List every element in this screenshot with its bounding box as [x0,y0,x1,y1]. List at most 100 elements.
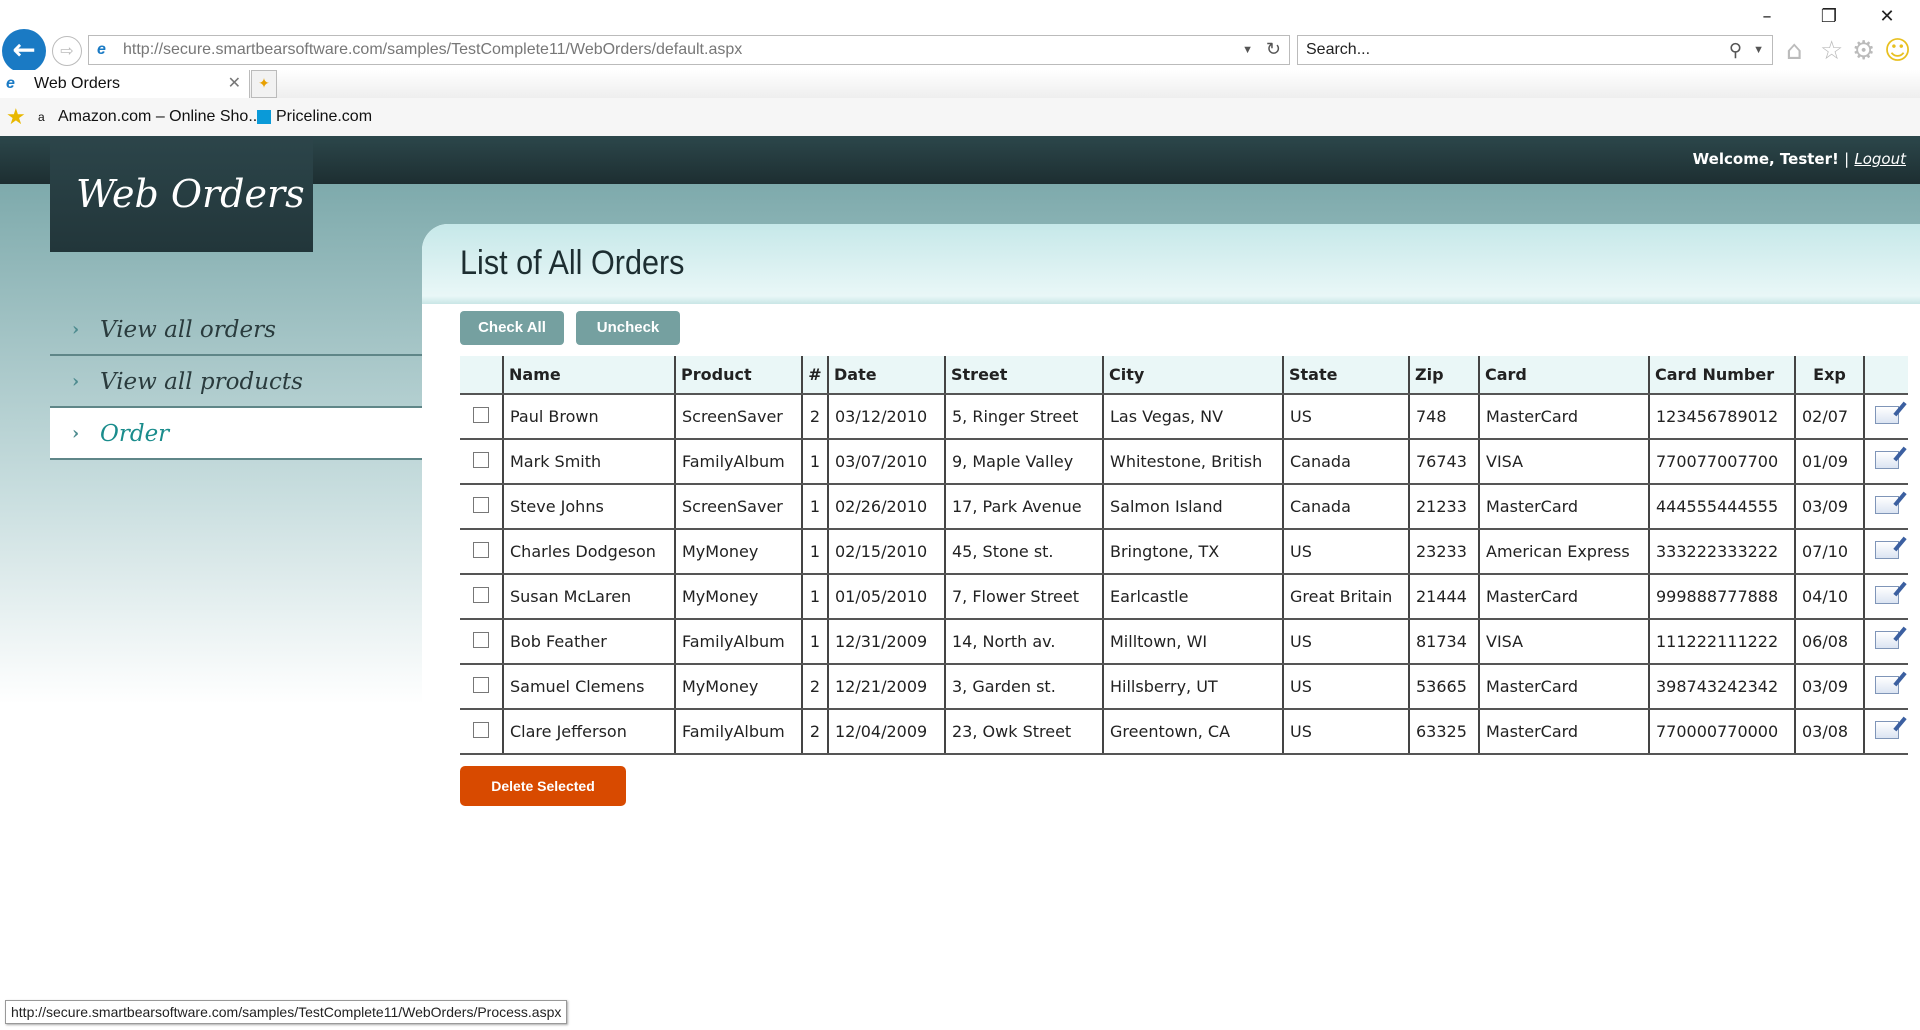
edit-icon[interactable] [1874,405,1899,424]
table-cell: 03/12/2010 [827,394,945,440]
content-panel: List of All Orders Check All Uncheck All… [422,224,1920,1030]
search-dropdown-icon[interactable]: ▼ [1753,36,1764,64]
edit-icon[interactable] [1874,495,1899,514]
table-cell: 45, Stone st. [944,529,1103,575]
table-cell: Susan McLaren [502,574,675,620]
column-header: State [1282,356,1409,395]
column-header: Exp [1794,356,1864,395]
table-cell: 03/09 [1794,484,1864,530]
smiley-feedback-icon[interactable]: ☺ [1884,36,1911,66]
column-header: Date [827,356,945,395]
favorites-bar: ★ a Amazon.com – Online Sho... Priceline… [0,98,1920,136]
edit-cell [1863,619,1908,665]
table-cell: US [1282,619,1409,665]
table-cell: Samuel Clemens [502,664,675,710]
table-cell: Charles Dodgeson [502,529,675,575]
edit-icon[interactable] [1874,585,1899,604]
favorite-priceline[interactable]: Priceline.com [276,98,372,136]
row-checkbox[interactable] [473,721,489,738]
page-title: List of All Orders [460,244,685,282]
separator: | [1844,150,1850,168]
row-checkbox[interactable] [473,451,489,468]
column-header: City [1102,356,1283,395]
search-input[interactable]: Search... ⚲ ▼ [1297,35,1773,65]
table-cell: 76743 [1408,439,1479,485]
row-checkbox[interactable] [473,676,489,693]
sidebar-item-view-all-products[interactable]: › View all products [50,356,422,408]
table-row: Steve Johns ScreenSaver 1 02/26/2010 17, Par… [460,484,1908,530]
back-button[interactable]: ← [2,29,46,73]
edit-cell [1863,439,1908,485]
browser-tab[interactable]: e Web Orders ✕ [0,70,250,98]
table-cell: 17, Park Avenue [944,484,1103,530]
tab-title: Web Orders [34,75,120,92]
row-checkbox[interactable] [473,406,489,423]
favorites-star-icon[interactable]: ★ [6,98,26,136]
select-cell [460,664,503,710]
row-checkbox[interactable] [473,541,489,558]
table-cell: 04/10 [1794,574,1864,620]
dropdown-icon[interactable]: ▼ [1242,36,1253,64]
table-cell: Canada [1282,439,1409,485]
table-row: Susan McLaren MyMoney 1 01/05/2010 7, Flower… [460,574,1908,620]
select-cell [460,574,503,620]
search-icon[interactable]: ⚲ [1729,36,1742,64]
edit-icon[interactable] [1874,630,1899,649]
sidebar-item-order[interactable]: › Order [50,408,422,460]
table-row: Bob Feather FamilyAlbum 1 12/31/2009 14, Nor… [460,619,1908,665]
table-cell: Mark Smith [502,439,675,485]
table-cell: 999888777888 [1648,574,1795,620]
close-tab-icon[interactable]: ✕ [228,70,241,98]
table-row: Clare Jefferson FamilyAlbum 2 12/04/2009 23,… [460,709,1908,755]
table-cell: Canada [1282,484,1409,530]
table-cell: 07/10 [1794,529,1864,575]
header-select [460,356,503,395]
ie-icon: e [6,75,15,92]
table-cell: 03/09 [1794,664,1864,710]
edit-icon[interactable] [1874,720,1899,739]
check-all-button[interactable]: Check All [460,311,564,345]
status-bar-url: http://secure.smartbearsoftware.com/samp… [5,1000,568,1024]
row-checkbox[interactable] [473,631,489,648]
forward-button[interactable]: ⇨ [52,36,82,66]
table-cell: Hillsberry, UT [1102,664,1283,710]
settings-gear-icon[interactable]: ⚙ [1852,36,1875,66]
table-cell: 2 [801,394,828,440]
home-icon[interactable]: ⌂ [1786,36,1803,66]
table-cell: Paul Brown [502,394,675,440]
favorite-amazon[interactable]: Amazon.com – Online Sho... [58,98,262,136]
minimize-button[interactable]: – [1752,6,1782,27]
row-checkbox[interactable] [473,496,489,513]
table-cell: 5, Ringer Street [944,394,1103,440]
table-cell: 2 [801,664,828,710]
edit-cell [1863,529,1908,575]
restore-button[interactable]: ❐ [1814,6,1844,27]
table-cell: VISA [1478,619,1649,665]
logout-link[interactable]: Logout [1854,150,1906,168]
ie-icon: e [97,41,106,58]
table-cell: 01/09 [1794,439,1864,485]
new-tab-button[interactable]: ✦ [251,70,277,98]
close-window-button[interactable]: ✕ [1872,6,1902,27]
table-cell: 12/21/2009 [827,664,945,710]
edit-icon[interactable] [1874,540,1899,559]
refresh-icon[interactable]: ↻ [1266,35,1281,63]
table-cell: 02/07 [1794,394,1864,440]
edit-icon[interactable] [1874,450,1899,469]
favorites-star-icon[interactable]: ☆ [1820,36,1843,66]
select-cell [460,439,503,485]
sidebar-item-label: Order [100,421,170,447]
table-cell: Earlcastle [1102,574,1283,620]
table-cell: 02/26/2010 [827,484,945,530]
row-checkbox[interactable] [473,586,489,603]
header-edit [1863,356,1908,395]
delete-selected-button[interactable]: Delete Selected [460,766,626,806]
table-cell: VISA [1478,439,1649,485]
table-cell: MasterCard [1478,664,1649,710]
select-cell [460,484,503,530]
address-bar[interactable]: e http://secure.smartbearsoftware.com/sa… [88,35,1290,65]
sidebar-item-view-all-orders[interactable]: › View all orders [50,304,422,356]
uncheck-all-button[interactable]: Uncheck All [576,311,680,370]
edit-icon[interactable] [1874,675,1899,694]
table-cell: 1 [801,484,828,530]
